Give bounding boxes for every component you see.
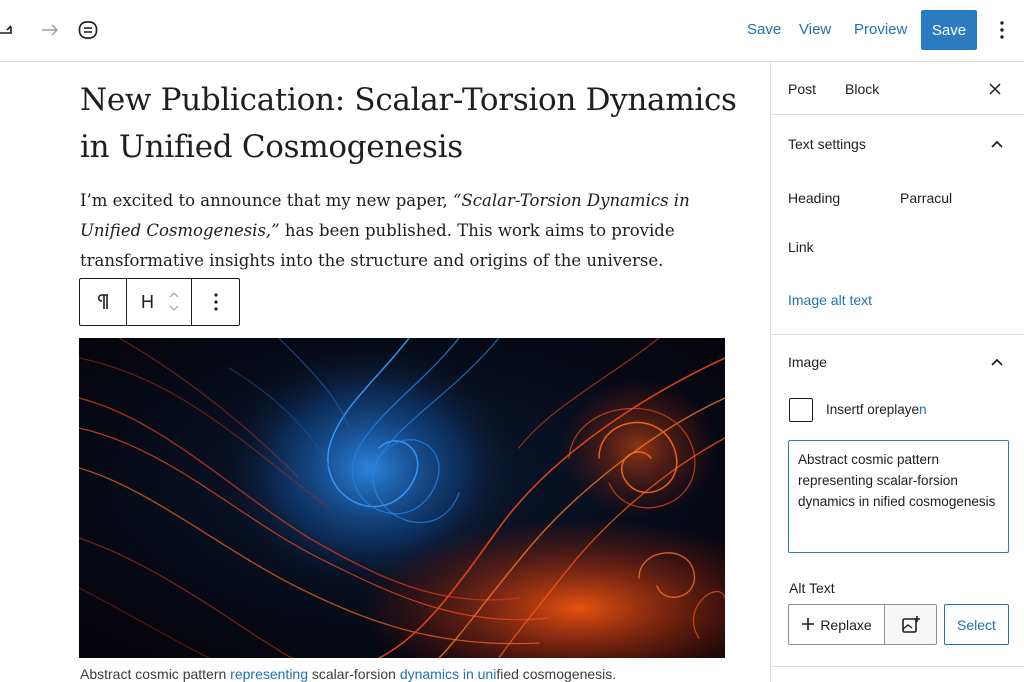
sidebar-tabs: Post Block [771, 62, 1024, 115]
save-draft-link[interactable]: Save [747, 21, 781, 38]
checkbox-label-part-2: playe [886, 402, 920, 417]
top-toolbar: Save View Proview Save [0, 0, 1024, 62]
heading-level-selector[interactable]: H [127, 279, 192, 325]
insert-player-checkbox[interactable] [789, 398, 813, 422]
select-button[interactable]: Select [944, 604, 1009, 645]
tab-block[interactable]: Block [845, 81, 879, 97]
chevron-up-icon [990, 356, 1004, 370]
replace-button[interactable]: Replaxe [788, 604, 885, 645]
chevron-up-icon [990, 138, 1004, 152]
preview-link[interactable]: Proview [854, 21, 907, 38]
heading-letter: H [141, 292, 154, 312]
paragraph-text-1: I’m excited to announce that my new pape… [80, 191, 454, 210]
cosmic-pattern-image[interactable] [79, 338, 725, 658]
view-link[interactable]: View [799, 21, 831, 38]
panel-divider [771, 666, 1024, 667]
save-button[interactable]: Save [921, 10, 977, 50]
editor-canvas: New Publication: Scalar-Torsion Dynamics… [0, 62, 770, 682]
image-button-group: Replaxe [788, 604, 937, 645]
paragraph-option[interactable]: Parracul [900, 190, 952, 206]
alt-text-textarea[interactable]: Abstract cosmic pattern representing sca… [788, 440, 1009, 553]
post-paragraph[interactable]: I’m excited to announce that my new pape… [80, 186, 740, 276]
settings-sidebar: Post Block Text settings Heading Parracu… [770, 62, 1024, 682]
checkbox-label: Insertf oreplayen [826, 402, 927, 417]
text-settings-panel-header[interactable]: Text settings [771, 136, 1024, 156]
close-icon[interactable] [985, 79, 1005, 99]
heading-option[interactable]: Heading [788, 190, 840, 206]
image-panel-title: Image [788, 354, 827, 370]
plus-icon [801, 615, 815, 635]
replace-button-label: Replaxe [820, 616, 872, 633]
caption-text-2: scalar-forsion [308, 666, 400, 682]
post-title[interactable]: New Publication: Scalar-Torsion Dynamics… [80, 77, 740, 171]
undo-icon[interactable] [0, 16, 22, 44]
caption-link-1[interactable]: representing [230, 666, 308, 682]
caption-text-3: fied cosmogenesis. [496, 666, 617, 682]
paragraph-icon[interactable] [80, 279, 127, 325]
image-panel-header[interactable]: Image [771, 354, 1024, 374]
image-alt-text-link[interactable]: Image alt text [788, 292, 872, 308]
link-option[interactable]: Link [788, 239, 814, 255]
checkbox-label-link[interactable]: n [919, 402, 927, 417]
image-caption[interactable]: Abstract cosmic pattern representing sca… [80, 666, 770, 682]
caption-link-2[interactable]: dynamics in uni [400, 666, 497, 682]
caption-text-1: Abstract cosmic pattern [80, 666, 231, 682]
text-settings-title: Text settings [788, 136, 866, 152]
checkbox-label-part-1: Insertf ore [826, 402, 887, 417]
chevron-up-down-icon [169, 289, 179, 320]
tab-post[interactable]: Post [788, 81, 816, 97]
block-toolbar: H [79, 278, 240, 326]
upload-image-icon[interactable] [885, 604, 937, 645]
tools-icon[interactable] [74, 16, 102, 44]
more-vertical-icon[interactable] [990, 14, 1014, 46]
block-options-icon[interactable] [192, 279, 239, 325]
panel-divider [771, 334, 1024, 335]
redo-icon[interactable] [36, 16, 64, 44]
alt-text-label: Alt Text [789, 580, 835, 596]
